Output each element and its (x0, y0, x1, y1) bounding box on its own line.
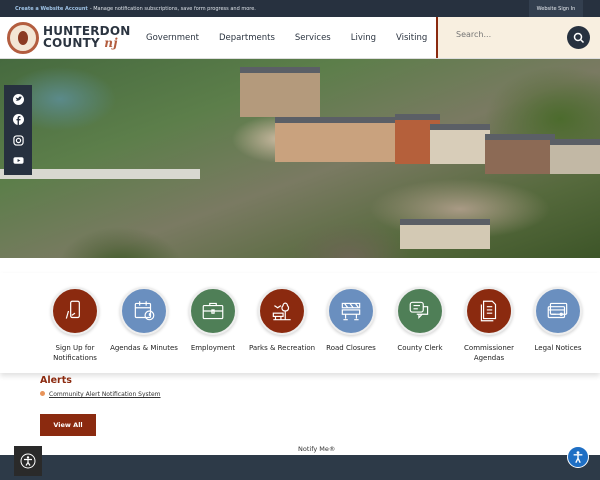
quick-link-circle (534, 287, 582, 335)
accessibility-icon (20, 453, 36, 469)
nav-departments[interactable]: Departments (219, 33, 275, 43)
quick-link-icon (341, 302, 361, 321)
quick-link-county-clerk[interactable]: County Clerk (385, 287, 455, 353)
quick-link-label: Parks & Recreation (248, 344, 316, 352)
quick-link-sign-up-for-notifications[interactable]: Sign Up for Notifications (40, 287, 110, 363)
view-all-button[interactable]: View All (40, 414, 96, 436)
footer (0, 455, 600, 480)
quick-link-circle (258, 287, 306, 335)
create-account-link[interactable]: Create a Website Account (15, 6, 88, 12)
quick-link-icon (65, 300, 80, 319)
header: HUNTERDON COUNTY nj Government Departmen… (0, 17, 600, 59)
quick-link-agendas-minutes[interactable]: Agendas & Minutes (109, 287, 179, 353)
accessibility-toolbar-button[interactable] (14, 446, 42, 476)
quick-link-circle (396, 287, 444, 335)
alert-link[interactable]: Community Alert Notification System (49, 391, 161, 398)
twitter-icon[interactable] (12, 93, 24, 105)
main-nav: Government Departments Services Living V… (146, 17, 447, 59)
logo-line2: COUNTY (43, 36, 100, 50)
quick-link-circle (51, 287, 99, 335)
bullet-icon (40, 391, 45, 396)
quick-link-legal-notices[interactable]: Legal Notices (523, 287, 593, 353)
logo-nj: nj (104, 36, 118, 50)
quick-link-circle (465, 287, 513, 335)
quick-link-label: Commissioner Agendas (464, 344, 514, 362)
instagram-icon[interactable] (12, 135, 24, 146)
quick-link-icon (409, 301, 429, 319)
quick-link-label: Road Closures (326, 344, 376, 352)
quick-link-circle (120, 287, 168, 335)
search-button[interactable] (567, 26, 590, 49)
quick-link-icon (134, 301, 155, 321)
quick-link-label: Sign Up for Notifications (53, 344, 97, 362)
quick-link-circle (189, 287, 237, 335)
quick-link-icon (480, 300, 497, 322)
accessibility-icon (573, 451, 583, 464)
county-seal-logo[interactable] (7, 22, 39, 54)
quick-link-employment[interactable]: Employment (178, 287, 248, 353)
quick-link-label: Agendas & Minutes (110, 344, 178, 352)
quick-link-icon (547, 302, 568, 319)
quick-link-icon (272, 302, 291, 321)
quick-link-icon (202, 302, 224, 320)
quick-link-road-closures[interactable]: Road Closures (316, 287, 386, 353)
nav-living[interactable]: Living (351, 33, 376, 43)
hero-image (0, 59, 600, 258)
quick-link-parks-recreation[interactable]: Parks & Recreation (247, 287, 317, 353)
quick-link-label: Employment (190, 344, 236, 352)
site-logo[interactable]: HUNTERDON COUNTY nj (43, 25, 130, 49)
youtube-icon[interactable] (12, 155, 24, 166)
quick-link-circle (327, 287, 375, 335)
quick-link-commissioner-agendas[interactable]: Commissioner Agendas (454, 287, 524, 363)
quick-link-label: Legal Notices (534, 344, 582, 352)
account-description: - Manage notification subscriptions, sav… (89, 5, 256, 12)
top-bar: Create a Website Account - Manage notifi… (0, 0, 600, 17)
search-icon (573, 32, 584, 43)
alert-item[interactable]: Community Alert Notification System (40, 391, 161, 398)
quick-link-label: County Clerk (397, 344, 443, 352)
quick-links: Sign Up for Notifications Agendas & Minut… (0, 273, 600, 373)
search-area (436, 17, 600, 58)
nav-government[interactable]: Government (146, 33, 199, 43)
nav-services[interactable]: Services (295, 33, 331, 43)
accessibility-widget-button[interactable] (567, 446, 589, 468)
facebook-icon[interactable] (12, 114, 24, 126)
search-input[interactable] (456, 30, 556, 39)
website-sign-in-button[interactable]: Website Sign In (529, 0, 583, 17)
social-bar (4, 85, 32, 175)
notify-me-link[interactable]: Notify Me® (298, 445, 335, 453)
alerts-heading: Alerts (40, 375, 72, 386)
nav-visiting[interactable]: Visiting (396, 33, 427, 43)
